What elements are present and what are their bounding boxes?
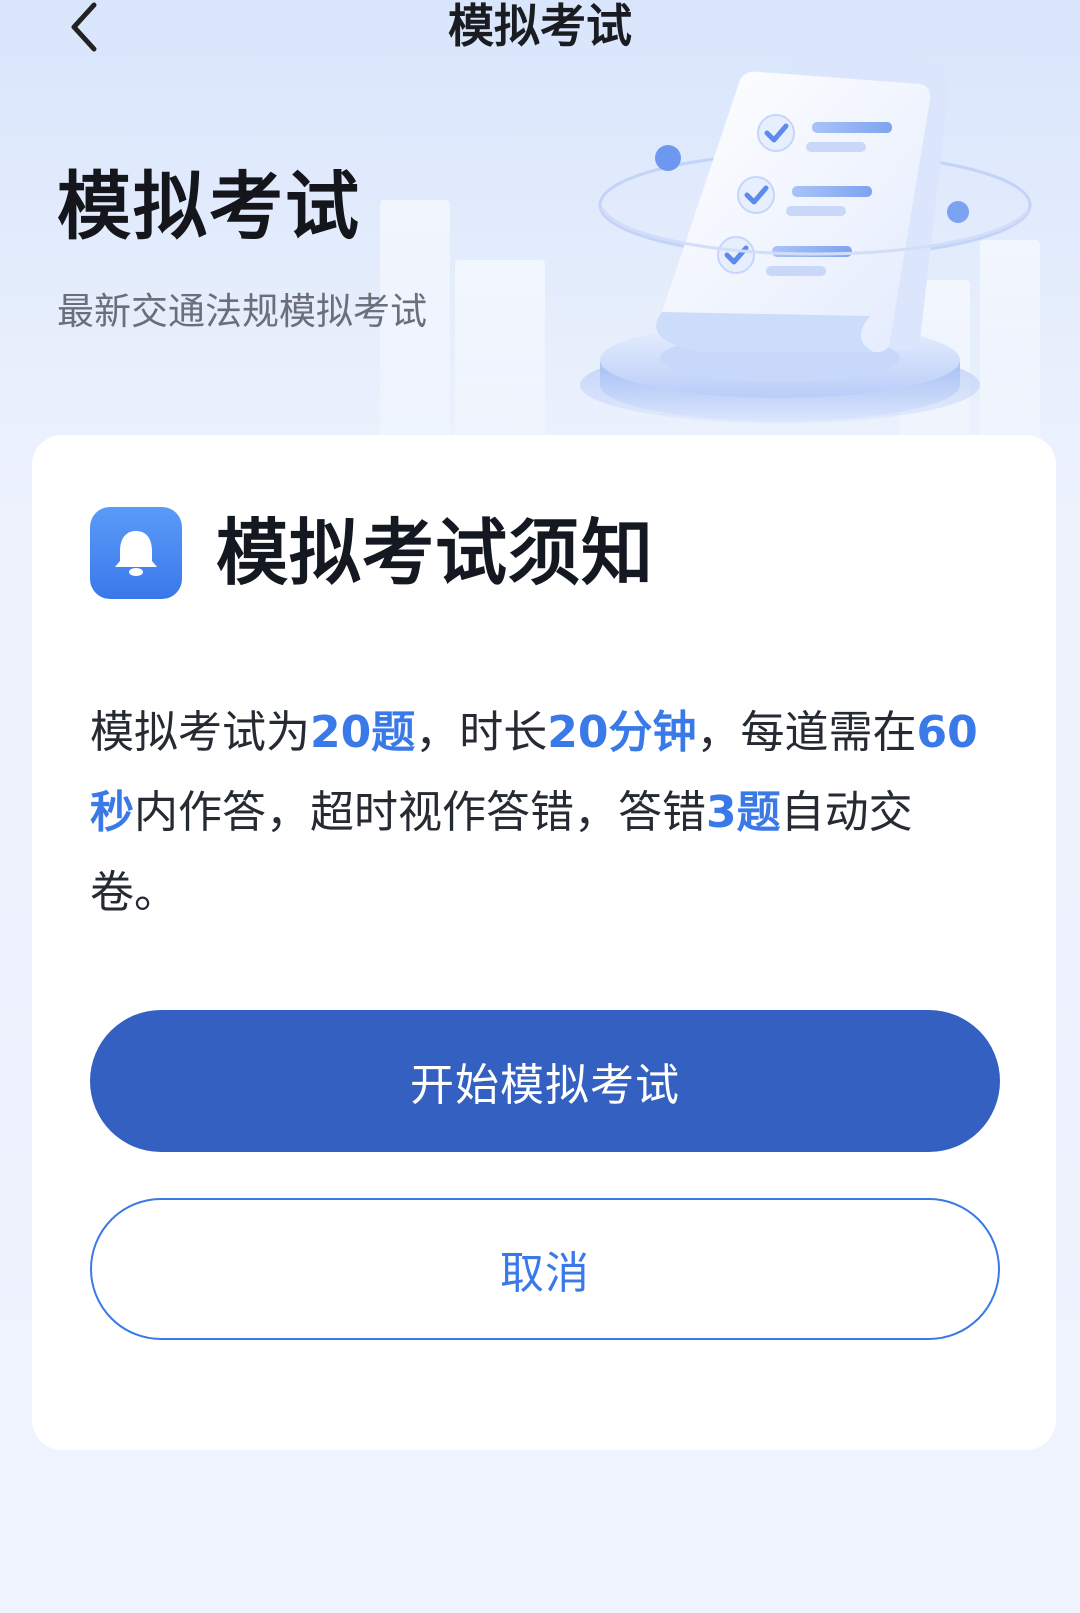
page-subtitle: 最新交通法规模拟考试 — [57, 290, 427, 333]
card-header: 模拟考试须知 — [90, 507, 654, 599]
question-count: 20题 — [310, 707, 416, 758]
bell-icon — [90, 507, 182, 599]
rules-text: ，时长 — [415, 707, 548, 758]
exam-notice-card: 模拟考试须知 模拟考试为20题，时长20分钟，每道需在60秒内作答，超时视作答错… — [32, 435, 1056, 1450]
rules-text: 模拟考试为 — [90, 707, 310, 758]
cancel-button[interactable]: 取消 — [90, 1198, 1000, 1340]
error-limit: 3题 — [706, 787, 781, 838]
exam-duration: 20分钟 — [547, 707, 697, 758]
page-title: 模拟考试 — [57, 164, 361, 250]
checklist-document-illustration — [580, 51, 1032, 423]
card-title: 模拟考试须知 — [216, 511, 655, 595]
rules-text: ，每道需在 — [696, 707, 917, 758]
rules-text: 内作答，超时视作答错，答错 — [134, 787, 706, 838]
exam-rules-text: 模拟考试为20题，时长20分钟，每道需在60秒内作答，超时视作答错，答错3题自动… — [90, 693, 980, 933]
start-exam-button[interactable]: 开始模拟考试 — [90, 1010, 1000, 1152]
